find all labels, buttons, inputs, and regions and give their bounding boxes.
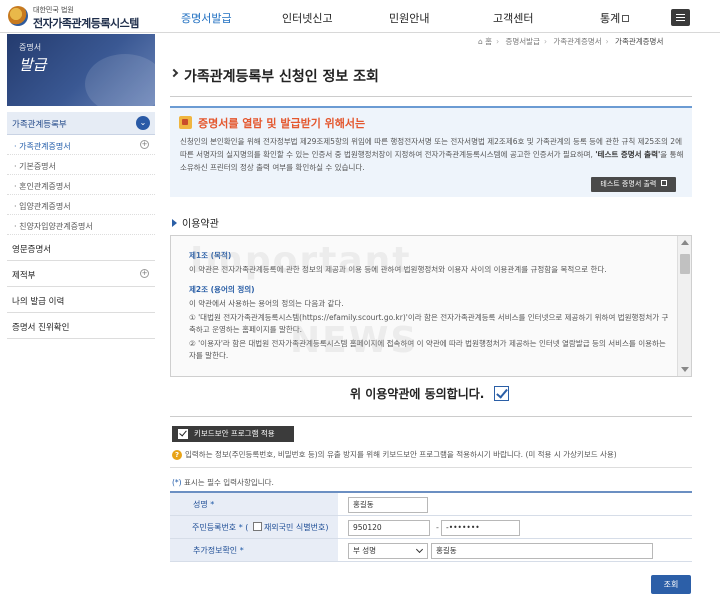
- plus-icon: +: [140, 140, 149, 149]
- sidebar-item-adoption[interactable]: · 입양관계증명서: [7, 195, 155, 215]
- site-logo[interactable]: 대한민국 법원 전자가족관계등록시스템: [8, 4, 158, 30]
- sidebar-banner: 증명서 발급: [7, 34, 155, 106]
- breadcrumb-home[interactable]: 홈: [485, 37, 492, 46]
- sidebar-item-full-adoption[interactable]: · 친양자입양관계증명서: [7, 215, 155, 235]
- name-label: 성명: [193, 500, 208, 509]
- chevron-down-icon: ⌄: [136, 116, 150, 130]
- court-emblem-icon: [8, 6, 28, 26]
- form-row-extra: 추가정보확인 * 부 성명 홍길동: [170, 539, 692, 562]
- terms-content: 제1조 (목적) 이 약관은 전자가족관계등록에 관한 정보의 제공과 이용 등…: [189, 250, 674, 364]
- logo-subtitle: 대한민국 법원: [33, 6, 74, 14]
- extra-info-input[interactable]: 홍길동: [431, 543, 653, 559]
- terms-article2-item2: ② '이용자'라 함은 대법원 전자가족관계등록시스템 홈페이지에 접속하여 이…: [189, 339, 666, 360]
- breadcrumb-family[interactable]: 가족관계증명서: [553, 37, 601, 46]
- hamburger-icon: [676, 14, 685, 15]
- sidebar-item-english-cert[interactable]: 영문증명서: [7, 235, 155, 261]
- header: 대한민국 법원 전자가족관계등록시스템 증명서발급 인터넷신고 민원안내 고객센…: [0, 0, 720, 33]
- rrn-front-input[interactable]: 950120: [348, 520, 430, 536]
- breadcrumb-current: 가족관계증명서: [615, 37, 664, 46]
- home-icon: ⌂: [478, 37, 483, 46]
- terms-article2-title: 제2조 (용어의 정의): [189, 285, 255, 294]
- gnb-statistics-label: 통계: [600, 12, 621, 25]
- sidebar-section-label: 가족관계등록부: [12, 120, 67, 130]
- applicant-form: 성명 * 홍길동 주민등록번호 * ( 재외국민 식별번호) 950120 - …: [170, 491, 692, 562]
- notice-box: 증명서를 열람 및 발급받기 위해서는 신청인의 본인확인을 위해 전자정부법 …: [170, 106, 692, 197]
- sidebar-section-family-register[interactable]: 가족관계등록부 ⌄: [7, 112, 155, 135]
- gnb-certificate-issue[interactable]: 증명서발급: [181, 10, 232, 26]
- sidebar-item-my-history[interactable]: 나의 발급 이력: [7, 287, 155, 313]
- sidebar-item-basic[interactable]: · 기본증명서: [7, 155, 155, 175]
- gnb-internet-report[interactable]: 인터넷신고: [282, 10, 333, 26]
- divider: [170, 416, 692, 417]
- terms-heading: 이용약관: [172, 215, 219, 230]
- keyboard-security-note: ? 입력하는 정보(주민등록번호, 비밀번호 등)의 유출 방지를 위해 키보드보…: [172, 449, 617, 460]
- sidebar-item-removed-register[interactable]: 제적부 +: [7, 261, 155, 287]
- extra-info-label: 추가정보확인: [193, 546, 238, 555]
- breadcrumb: ⌂ 홈 › 증명서발급 › 가족관계증명서 › 가족관계증명서: [478, 37, 664, 46]
- title-divider: [170, 96, 692, 97]
- search-button[interactable]: 조회: [651, 575, 691, 594]
- foreign-national-checkbox[interactable]: [252, 522, 262, 531]
- global-nav: 증명서발급 인터넷신고 민원안내 고객센터 통계: [160, 0, 660, 33]
- gnb-statistics[interactable]: 통계: [600, 10, 630, 26]
- extra-info-select[interactable]: 부 성명: [348, 543, 428, 559]
- breadcrumb-issue[interactable]: 증명서발급: [505, 37, 540, 46]
- terms-scrollbar[interactable]: [677, 236, 691, 376]
- sidebar-item-family-relation[interactable]: · 가족관계증명서 +: [7, 135, 155, 155]
- triangle-right-icon: [172, 219, 177, 227]
- page-title: 가족관계등록부 신청인 정보 조회: [184, 69, 379, 85]
- rrn-back-input[interactable]: -•••••••: [441, 520, 520, 536]
- terms-article2-intro: 이 약관에서 사용하는 용어의 정의는 다음과 같다.: [189, 299, 344, 308]
- scroll-up-icon[interactable]: [681, 240, 689, 245]
- name-input[interactable]: 홍길동: [348, 497, 428, 513]
- required-note: (*) 표시는 필수 입력사항입니다.: [172, 478, 274, 487]
- test-print-button[interactable]: 테스트 증명서 출력: [591, 177, 676, 192]
- banner-line2: 발급: [19, 56, 47, 74]
- title-bracket-icon: [169, 68, 179, 78]
- notice-body: 신청인의 본인확인을 위해 전자정부법 제29조제5항의 위임에 따른 행정전자…: [180, 137, 684, 172]
- external-link-icon: [622, 15, 630, 22]
- agree-label: 위 이용약관에 동의합니다.: [350, 387, 485, 401]
- chevron-down-icon: [415, 545, 424, 554]
- scroll-down-icon[interactable]: [681, 367, 689, 372]
- terms-article1-body: 이 약관은 전자가족관계등록에 관한 정보의 제공과 이용 등에 관하여 법원행…: [189, 265, 607, 274]
- agree-checkbox[interactable]: [494, 386, 509, 401]
- keyboard-security-button[interactable]: 키보드보안 프로그램 적용: [172, 426, 294, 442]
- notice-icon: [179, 116, 192, 129]
- terms-article2-item1: ① '대법원 전자가족관계등록시스템(https://efamily.scour…: [189, 313, 669, 334]
- notice-heading: 증명서를 열람 및 발급받기 위해서는: [198, 117, 366, 130]
- keyboard-security-checkbox[interactable]: [178, 429, 188, 439]
- scroll-thumb[interactable]: [680, 254, 690, 274]
- form-row-name: 성명 * 홍길동: [170, 493, 692, 516]
- divider: [170, 467, 692, 468]
- external-link-icon: [660, 180, 667, 186]
- hamburger-menu-button[interactable]: [671, 9, 690, 26]
- terms-scroll-box[interactable]: 제1조 (목적) 이 약관은 전자가족관계등록에 관한 정보의 제공과 이용 등…: [170, 235, 692, 377]
- form-row-rrn: 주민등록번호 * ( 재외국민 식별번호) 950120 - -•••••••: [170, 516, 692, 539]
- terms-article1-title: 제1조 (목적): [189, 251, 232, 260]
- gnb-customer-center[interactable]: 고객센터: [493, 10, 533, 26]
- logo-title: 전자가족관계등록시스템: [33, 17, 139, 30]
- rrn-label: 주민등록번호: [192, 523, 237, 532]
- sidebar-item-verify[interactable]: 증명서 진위확인: [7, 313, 155, 339]
- sidebar-item-marriage[interactable]: · 혼인관계증명서: [7, 175, 155, 195]
- banner-line1: 증명서: [19, 43, 42, 52]
- question-icon: ?: [172, 450, 182, 460]
- sidebar-nav: 가족관계등록부 ⌄ · 가족관계증명서 + · 기본증명서 · 혼인관계증명서 …: [7, 112, 155, 339]
- plus-icon: +: [140, 269, 149, 278]
- gnb-civil-guide[interactable]: 민원안내: [389, 10, 429, 26]
- foreign-national-label: 재외국민 식별번호: [263, 523, 326, 532]
